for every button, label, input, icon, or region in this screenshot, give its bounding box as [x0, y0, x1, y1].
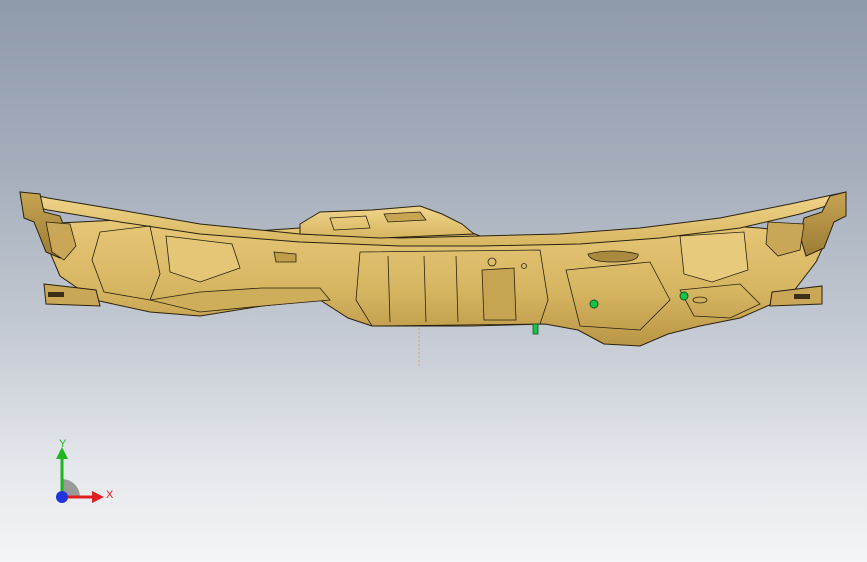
right-foot-bolt: [794, 294, 810, 299]
left-foot-bolt: [48, 292, 64, 297]
center-boss-slot: [383, 211, 427, 223]
center-raised-boss: [299, 205, 476, 239]
z-axis-dot: [56, 491, 68, 503]
x-axis-label: X: [106, 489, 114, 501]
green-marker-2[interactable]: [679, 291, 689, 301]
right-oval-slot: [587, 250, 639, 263]
left-small-slot: [273, 251, 297, 263]
graphics-viewport[interactable]: Y X: [0, 0, 867, 562]
green-marker-1[interactable]: [589, 299, 599, 309]
center-recess: [481, 267, 517, 321]
x-axis-arrow: [92, 491, 104, 503]
y-axis-label: Y: [59, 438, 67, 450]
green-pin[interactable]: [532, 323, 539, 335]
orientation-triad[interactable]: Y X: [40, 435, 130, 515]
cad-part-model[interactable]: [0, 0, 867, 562]
